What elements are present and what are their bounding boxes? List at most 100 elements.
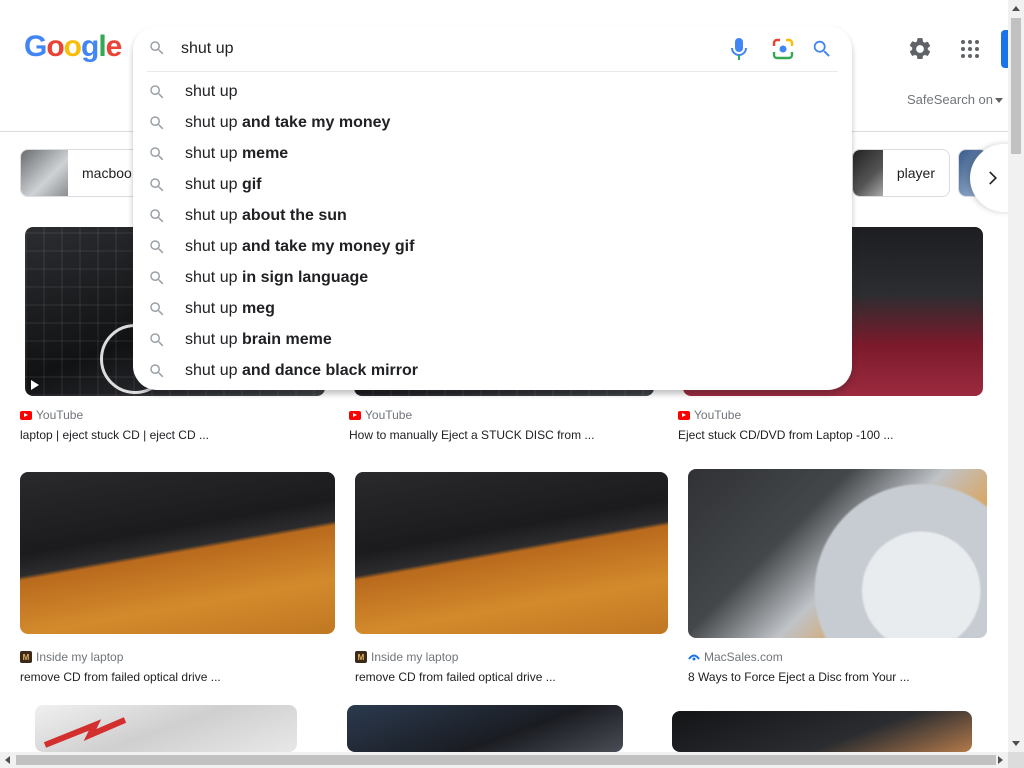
result-title[interactable]: remove CD from failed optical drive ... <box>355 670 556 684</box>
suggestion-item[interactable]: shut up <box>133 76 852 107</box>
result-title[interactable]: 8 Ways to Force Eject a Disc from Your .… <box>688 670 910 684</box>
vertical-scroll-thumb[interactable] <box>1011 18 1021 154</box>
google-logo[interactable]: Google <box>24 30 123 64</box>
result-thumbnail[interactable] <box>35 705 297 752</box>
image-result[interactable]: M Inside my laptop remove CD from failed… <box>20 472 336 687</box>
search-icon <box>150 177 164 191</box>
logo-letter: G <box>24 30 47 63</box>
source-label: Inside my laptop <box>371 650 459 664</box>
source-label: YouTube <box>694 408 742 422</box>
safesearch-toggle[interactable]: SafeSearch on <box>907 92 1004 107</box>
apps-grid-icon[interactable] <box>958 37 982 61</box>
suggestion-prefix: shut up <box>185 361 242 379</box>
source-label: YouTube <box>365 408 413 422</box>
suggestion-text: shut up and dance black mirror <box>185 362 418 380</box>
logo-letter: g <box>81 30 99 63</box>
search-icon <box>150 332 164 346</box>
source-label: MacSales.com <box>704 650 783 664</box>
suggestion-prefix: shut up <box>185 206 242 224</box>
google-lens-icon[interactable] <box>771 38 795 60</box>
suggestion-prefix: shut up <box>185 299 242 317</box>
chip-thumbnail <box>853 150 883 196</box>
settings-gear-icon[interactable] <box>907 36 933 62</box>
suggestion-prefix: shut up <box>185 144 242 162</box>
suggestion-text: shut up and take my money gif <box>185 238 414 256</box>
suggestion-prefix: shut up <box>185 330 242 348</box>
horizontal-scrollbar[interactable] <box>0 752 1008 768</box>
suggestion-item[interactable]: shut up and dance black mirror <box>133 355 852 386</box>
microphone-icon[interactable] <box>729 37 749 61</box>
chip-label: player <box>896 165 935 181</box>
image-result[interactable]: MacSales.com 8 Ways to Force Eject a Dis… <box>688 469 988 687</box>
suggestion-prefix: shut up <box>185 175 242 193</box>
image-result[interactable] <box>20 705 310 752</box>
scroll-right-icon[interactable] <box>998 756 1003 764</box>
scroll-up-icon[interactable] <box>1012 6 1020 11</box>
related-chip-player[interactable]: player <box>852 149 950 197</box>
result-thumbnail[interactable] <box>355 472 668 634</box>
result-source[interactable]: M Inside my laptop <box>355 650 458 664</box>
chip-thumbnail <box>21 150 68 196</box>
source-label: YouTube <box>36 408 84 422</box>
macsales-icon <box>688 654 700 661</box>
suggestion-item[interactable]: shut up and take my money <box>133 107 852 138</box>
image-result[interactable] <box>672 711 972 752</box>
suggestion-text: shut up in sign language <box>185 269 368 287</box>
result-title[interactable]: How to manually Eject a STUCK DISC from … <box>349 428 594 442</box>
suggestion-item[interactable]: shut up and take my money gif <box>133 231 852 262</box>
result-source[interactable]: YouTube <box>20 408 83 422</box>
scroll-down-icon[interactable] <box>1012 741 1020 746</box>
suggestion-item[interactable]: shut up about the sun <box>133 200 852 231</box>
search-icon <box>150 115 164 129</box>
result-thumbnail[interactable] <box>347 705 623 752</box>
result-title[interactable]: remove CD from failed optical drive ... <box>20 670 221 684</box>
logo-letter: o <box>46 30 64 63</box>
suggestion-item[interactable]: shut up brain meme <box>133 324 852 355</box>
youtube-icon <box>678 410 690 420</box>
suggestion-prefix: shut up <box>185 113 242 131</box>
result-title[interactable]: Eject stuck CD/DVD from Laptop -100 ... <box>678 428 893 442</box>
youtube-icon <box>20 410 32 420</box>
logo-letter: l <box>98 30 106 63</box>
image-result[interactable]: M Inside my laptop remove CD from failed… <box>355 472 671 687</box>
scroll-left-icon[interactable] <box>5 756 10 764</box>
suggestion-text: shut up meme <box>185 145 288 163</box>
result-source[interactable]: MacSales.com <box>688 650 783 664</box>
suggestion-completion: and take my money gif <box>241 237 415 255</box>
search-submit-icon[interactable] <box>811 38 833 60</box>
search-divider <box>147 71 838 72</box>
result-thumbnail[interactable] <box>688 469 987 638</box>
chevron-right-icon <box>989 171 997 185</box>
result-source[interactable]: YouTube <box>349 408 412 422</box>
search-icon <box>150 41 164 55</box>
search-icon <box>150 363 164 377</box>
suggestion-completion: about the sun <box>241 206 347 224</box>
suggestion-item[interactable]: shut up in sign language <box>133 262 852 293</box>
horizontal-scroll-thumb[interactable] <box>16 755 996 765</box>
suggestion-text: shut up gif <box>185 176 261 194</box>
suggestion-completion: gif <box>241 175 262 193</box>
inside-my-laptop-icon: M <box>355 651 367 663</box>
search-icon <box>150 84 164 98</box>
suggestion-item[interactable]: shut up gif <box>133 169 852 200</box>
result-thumbnail[interactable] <box>20 472 335 634</box>
suggestion-text: shut up about the sun <box>185 207 347 225</box>
search-icon <box>150 239 164 253</box>
image-result[interactable] <box>347 705 623 752</box>
vertical-scrollbar[interactable] <box>1008 0 1024 752</box>
result-source[interactable]: M Inside my laptop <box>20 650 123 664</box>
source-label: Inside my laptop <box>36 650 124 664</box>
logo-letter: e <box>105 30 123 63</box>
suggestion-item[interactable]: shut up meme <box>133 138 852 169</box>
result-title[interactable]: laptop | eject stuck CD | eject CD ... <box>20 428 209 442</box>
search-input[interactable] <box>181 34 721 64</box>
suggestion-text: shut up <box>185 83 237 101</box>
play-icon <box>31 380 39 390</box>
search-icon <box>150 146 164 160</box>
search-icon <box>150 301 164 315</box>
suggestion-list: shut up shut up and take my money shut up … <box>133 76 852 386</box>
suggestion-completion: and take my money <box>241 113 391 131</box>
result-source[interactable]: YouTube <box>678 408 741 422</box>
suggestion-item[interactable]: shut up meg <box>133 293 852 324</box>
result-thumbnail[interactable] <box>672 711 972 752</box>
